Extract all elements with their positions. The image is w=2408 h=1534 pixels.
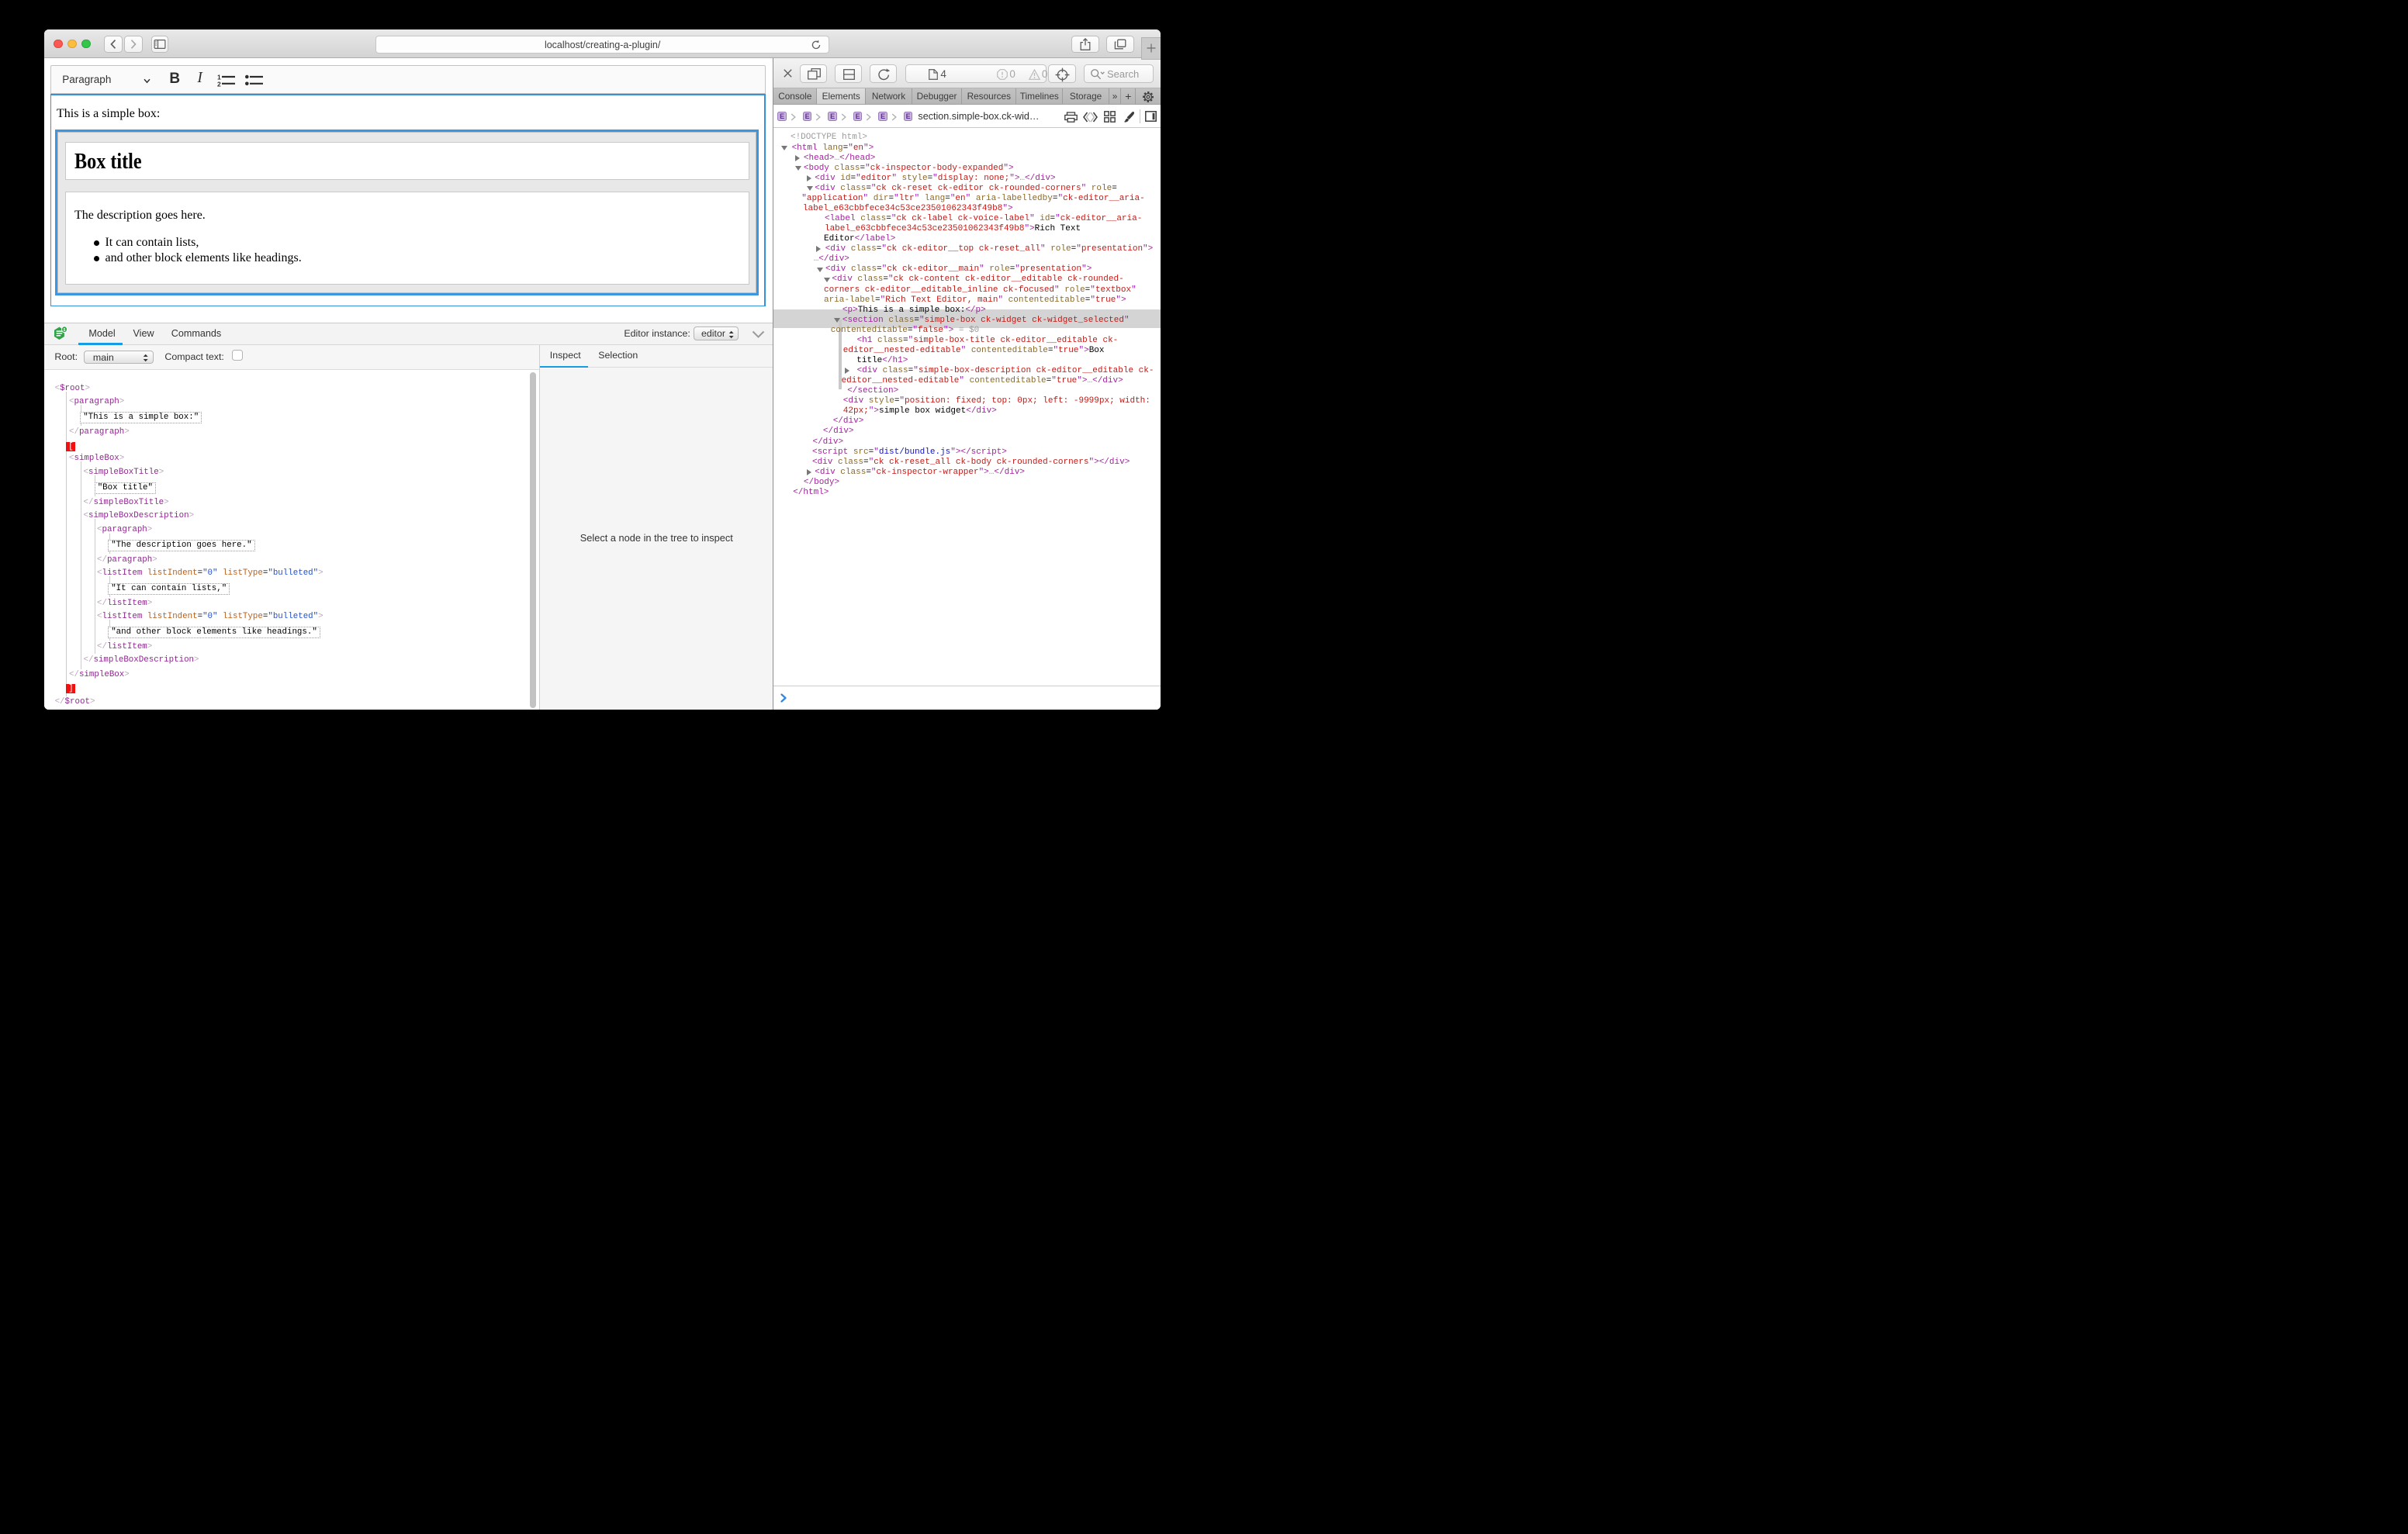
svg-text:2: 2 bbox=[217, 81, 221, 87]
svg-text:5: 5 bbox=[64, 327, 66, 332]
